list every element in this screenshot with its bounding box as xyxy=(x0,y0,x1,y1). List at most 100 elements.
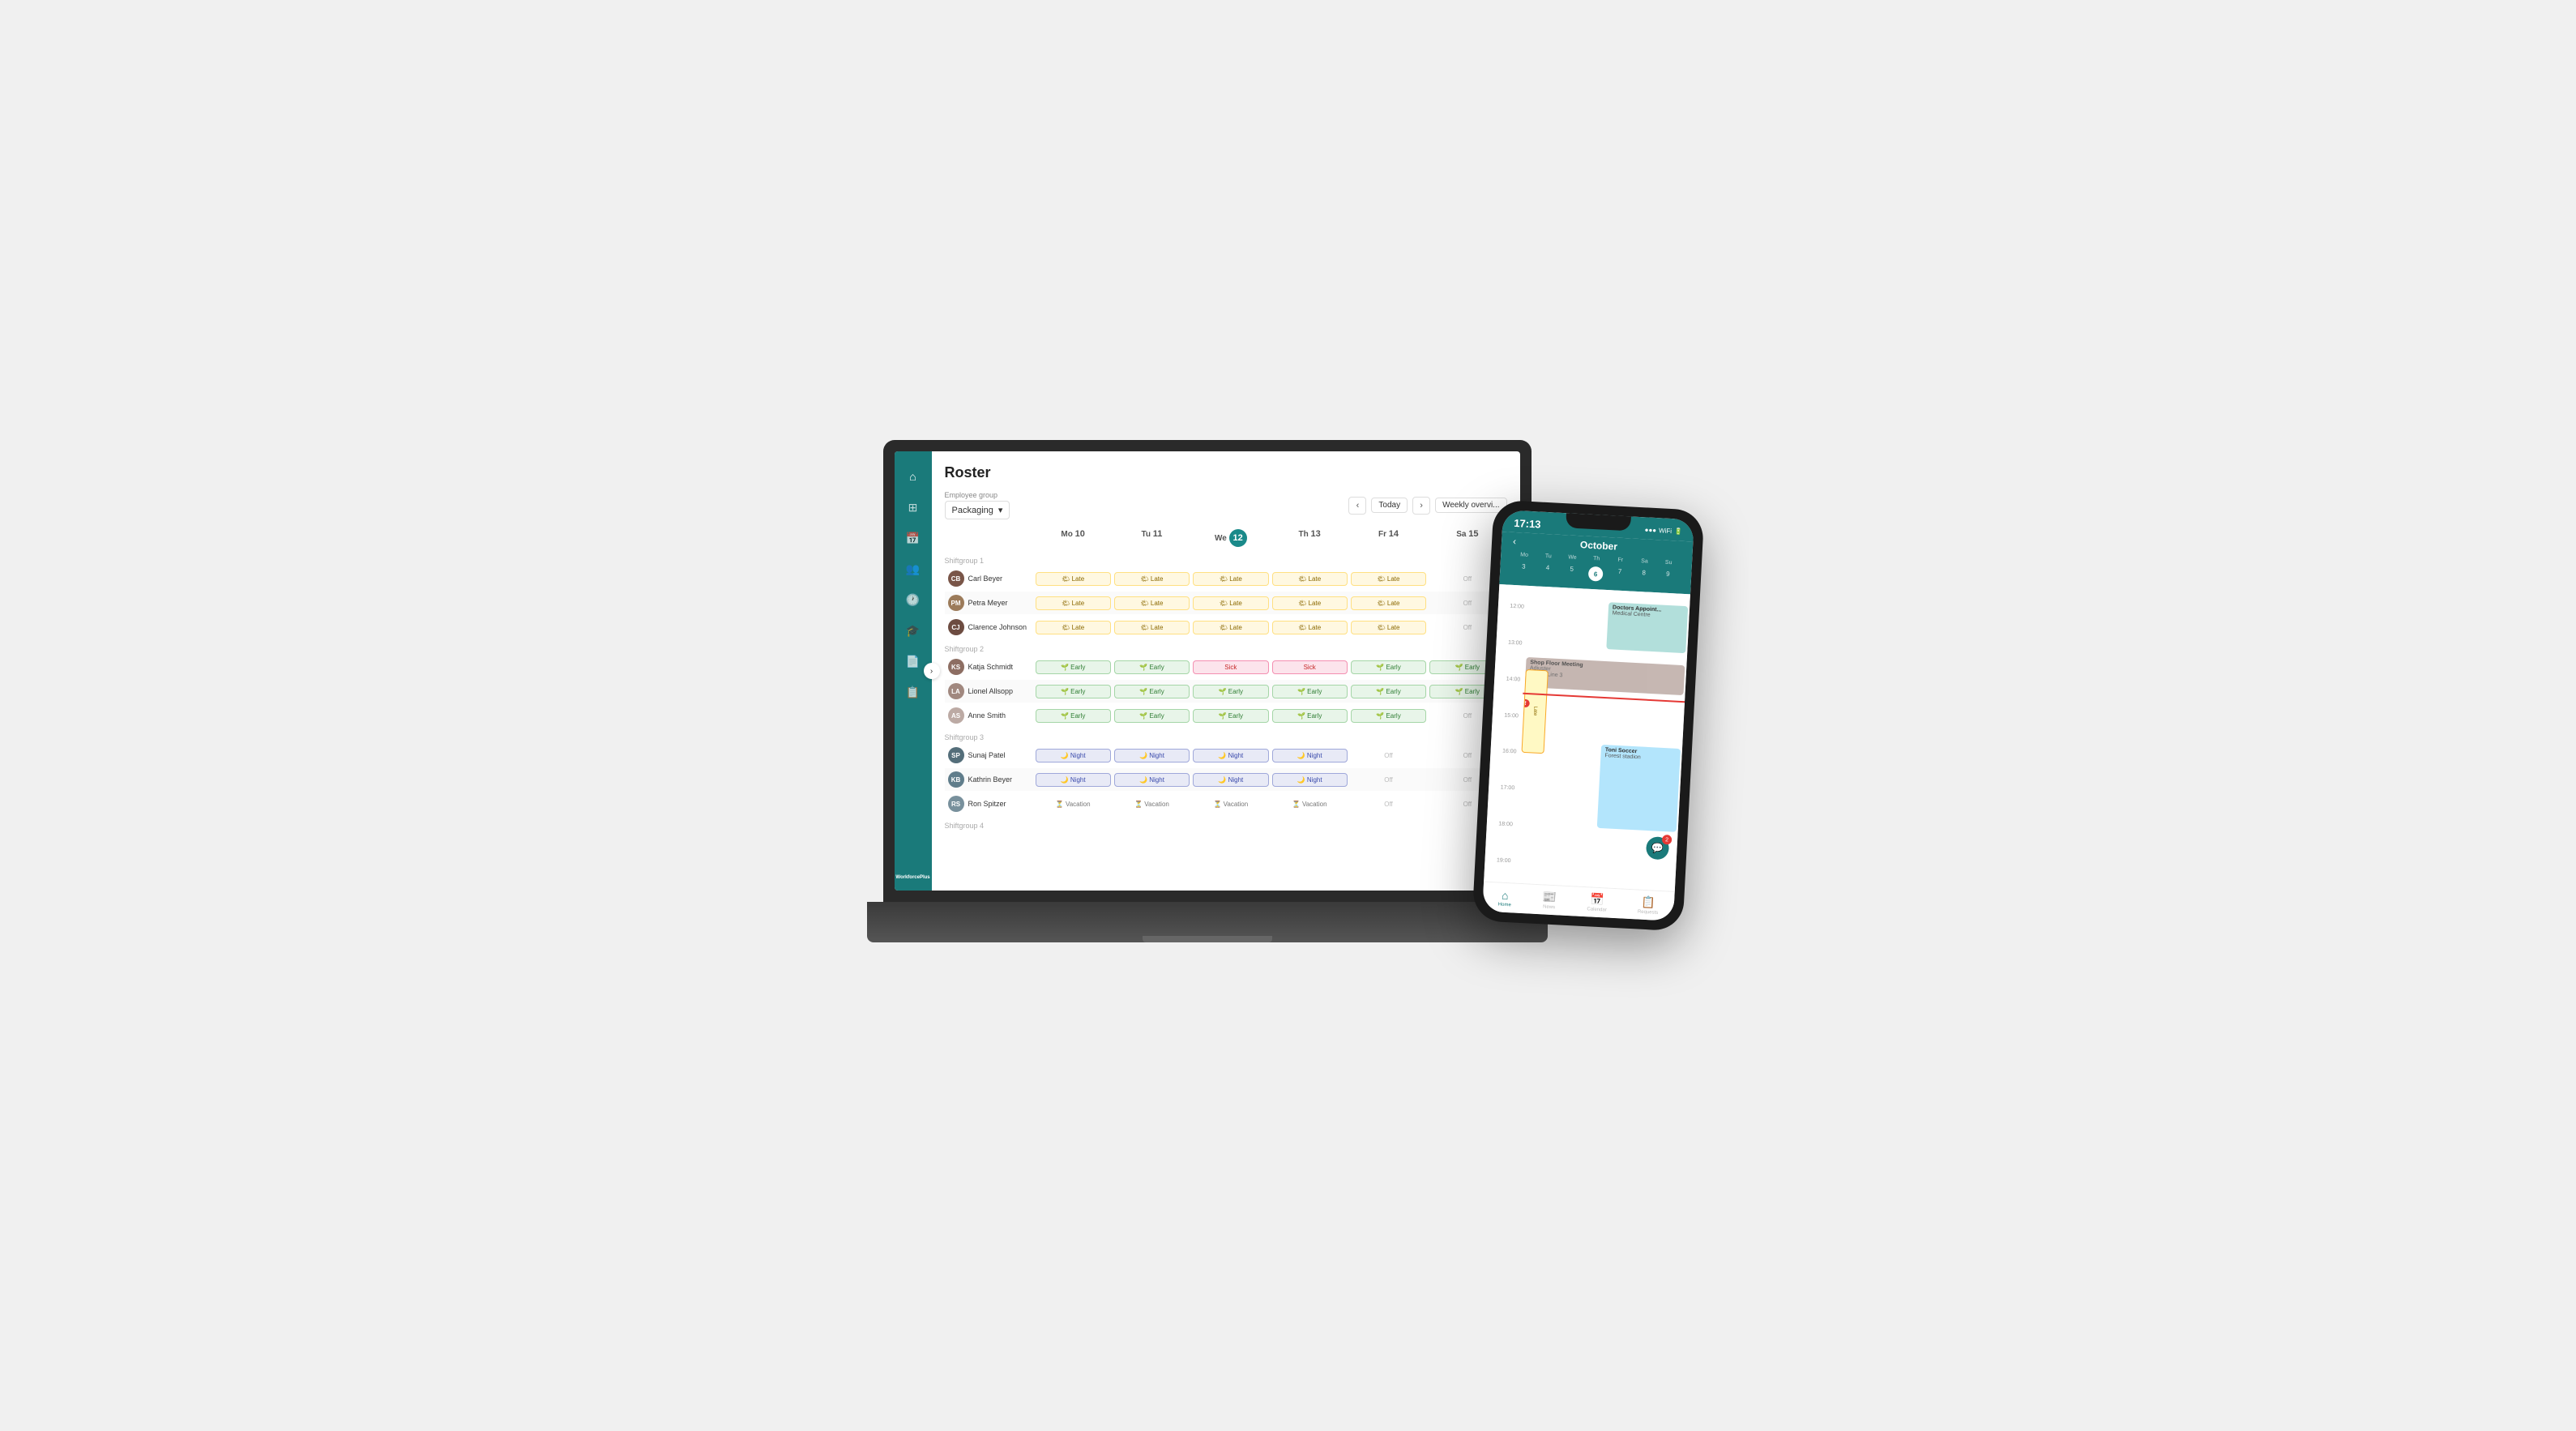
page-title: Roster xyxy=(945,464,1507,481)
shift-cell[interactable]: 🌱 Early xyxy=(1271,708,1349,724)
shift-cell[interactable]: 🌤 Late xyxy=(1034,596,1113,611)
shift-cell[interactable]: 🌤 Late xyxy=(1271,571,1349,587)
cal-date-9[interactable]: 9 xyxy=(1655,568,1680,587)
shift-cell[interactable]: ⏳ Vacation xyxy=(1271,799,1349,809)
cal-date-6[interactable]: 6 xyxy=(1583,564,1608,583)
employee-group-dropdown[interactable]: Packaging ▾ xyxy=(945,501,1010,519)
sidebar-icon-calendar[interactable]: 📅 xyxy=(902,527,925,549)
shift-cell[interactable]: 🌙 Night xyxy=(1191,748,1270,763)
event-doctors-appointment[interactable]: Doctors Appoint... Medical Centre xyxy=(1606,602,1688,654)
shift-cell[interactable]: 🌙 Night xyxy=(1271,748,1349,763)
shift-cell[interactable]: 🌤 Late xyxy=(1191,620,1270,635)
shift-cell[interactable]: Sick xyxy=(1271,660,1349,675)
shift-cell[interactable]: 🌱 Early xyxy=(1113,684,1191,699)
shiftgroup-1-label: Shiftgroup 1 xyxy=(945,552,1507,567)
shift-cell[interactable]: 🌤 Late xyxy=(1034,620,1113,635)
employee-cell: RS Ron Spitzer xyxy=(945,794,1034,814)
shift-cell[interactable]: 🌤 Late xyxy=(1113,571,1191,587)
shift-cell[interactable]: 🌙 Night xyxy=(1271,772,1349,788)
shift-cell[interactable]: 🌙 Night xyxy=(1034,748,1113,763)
event-toni-soccer[interactable]: Toni Soccer Forest stadion xyxy=(1596,745,1680,832)
cal-date-3[interactable]: 3 xyxy=(1510,561,1536,580)
cal-day-th: Th xyxy=(1584,555,1608,562)
employee-group-select[interactable]: Employee group Packaging ▾ xyxy=(945,491,1010,519)
next-week-button[interactable]: › xyxy=(1412,497,1430,515)
shift-cell[interactable]: 🌱 Early xyxy=(1113,708,1191,724)
shift-cell[interactable]: 🌱 Early xyxy=(1349,684,1428,699)
sidebar-icon-users[interactable]: 👥 xyxy=(902,557,925,580)
time-label-15: 15:00 xyxy=(1492,711,1521,719)
cal-date-8[interactable]: 8 xyxy=(1631,567,1656,587)
employee-name: Clarence Johnson xyxy=(968,623,1027,631)
table-row: SP Sunaj Patel 🌙 Night 🌙 Night 🌙 Night 🌙… xyxy=(945,744,1507,767)
employee-name: Kathrin Beyer xyxy=(968,775,1013,784)
cal-date-4[interactable]: 4 xyxy=(1535,562,1560,581)
shift-cell[interactable]: ⏳ Vacation xyxy=(1113,799,1191,809)
shift-cell[interactable]: 🌤 Late xyxy=(1034,571,1113,587)
shift-cell[interactable]: 🌱 Early xyxy=(1191,684,1270,699)
phone-nav-news[interactable]: 📰 News xyxy=(1541,890,1557,910)
sidebar-icon-home[interactable]: ⌂ xyxy=(902,465,925,488)
employee-cell: LA Lionel Allsopp xyxy=(945,681,1034,701)
home-icon: ⌂ xyxy=(1501,888,1508,901)
phone-nav-requests[interactable]: 📋 Requests xyxy=(1637,895,1659,916)
shift-cell[interactable]: ⏳ Vacation xyxy=(1034,799,1113,809)
event-shop-floor-meeting[interactable]: Shop Floor Meeting Adjuster Hall 1, Line… xyxy=(1524,657,1685,695)
shift-cell[interactable]: ⏳ Vacation xyxy=(1191,799,1270,809)
shift-cell[interactable]: 🌱 Early xyxy=(1191,708,1270,724)
shift-cell[interactable]: 🌤 Late xyxy=(1113,620,1191,635)
view-selector[interactable]: Weekly overvi... xyxy=(1435,498,1506,513)
shift-cell[interactable]: 🌱 Early xyxy=(1113,660,1191,675)
shift-cell[interactable]: 🌤 Late xyxy=(1271,596,1349,611)
employee-group-label: Employee group xyxy=(945,491,1010,499)
sidebar-collapse-button[interactable]: › xyxy=(924,663,940,679)
employee-cell: SP Sunaj Patel xyxy=(945,745,1034,765)
employee-cell: PM Petra Meyer xyxy=(945,593,1034,613)
sidebar-icon-grid[interactable]: ⊞ xyxy=(902,496,925,519)
shift-cell[interactable]: 🌤 Late xyxy=(1271,620,1349,635)
employee-cell: CJ Clarence Johnson xyxy=(945,617,1034,637)
sidebar-icon-award[interactable]: 🎓 xyxy=(902,619,925,642)
sidebar-icon-clipboard[interactable]: 📋 xyxy=(902,681,925,703)
shiftgroup-4-label: Shiftgroup 4 xyxy=(945,817,1507,832)
table-row: LA Lionel Allsopp 🌱 Early 🌱 Early 🌱 Earl… xyxy=(945,680,1507,703)
employee-group-value: Packaging xyxy=(952,506,993,515)
shift-cell[interactable]: 🌙 Night xyxy=(1034,772,1113,788)
prev-week-button[interactable]: ‹ xyxy=(1348,497,1366,515)
shift-cell[interactable]: 🌱 Early xyxy=(1034,684,1113,699)
cal-date-7[interactable]: 7 xyxy=(1607,566,1632,585)
employee-cell: KS Katja Schmidt xyxy=(945,657,1034,677)
today-button[interactable]: Today xyxy=(1371,498,1408,513)
shift-cell[interactable]: 🌙 Night xyxy=(1113,772,1191,788)
phone-nav-home[interactable]: ⌂ Home xyxy=(1497,888,1511,908)
shift-cell[interactable]: 🌤 Late xyxy=(1113,596,1191,611)
shift-cell[interactable]: 🌤 Late xyxy=(1349,620,1428,635)
shift-cell[interactable]: Sick xyxy=(1191,660,1270,675)
shift-cell[interactable]: 🌱 Early xyxy=(1349,708,1428,724)
calendar-icon: 📅 xyxy=(1590,892,1604,907)
sidebar-icon-time[interactable]: 🕐 xyxy=(902,588,925,611)
day-col-tu: Tu 11 xyxy=(1113,529,1191,547)
shift-cell[interactable]: 🌱 Early xyxy=(1034,708,1113,724)
shift-cell[interactable]: 🌙 Night xyxy=(1113,748,1191,763)
table-row: CB Carl Beyer 🌤 Late 🌤 Late 🌤 Late 🌤 Lat… xyxy=(945,567,1507,590)
shift-cell[interactable]: 🌤 Late xyxy=(1349,571,1428,587)
time-label-14: 14:00 xyxy=(1494,676,1523,683)
sidebar-icon-file[interactable]: 📄 xyxy=(902,650,925,673)
cal-date-5[interactable]: 5 xyxy=(1559,563,1584,583)
prev-month-icon[interactable]: ‹ xyxy=(1512,536,1516,547)
phone-screen: 17:13 ●●●WiFi🔋 ‹ October Mo Tu We Th Fr xyxy=(1482,510,1694,921)
phone-nav-calendar[interactable]: 📅 Calendar xyxy=(1587,892,1608,912)
shift-cell[interactable]: 🌤 Late xyxy=(1349,596,1428,611)
shift-cell[interactable]: 🌙 Night xyxy=(1191,772,1270,788)
shift-cell[interactable]: 🌤 Late xyxy=(1191,596,1270,611)
shift-cell[interactable]: 🌱 Early xyxy=(1034,660,1113,675)
shift-cell[interactable]: 🌱 Early xyxy=(1271,684,1349,699)
phone-calendar-header: ‹ October Mo Tu We Th Fr Sa Su 3 4 5 xyxy=(1499,532,1693,594)
event-late-badge: Late ! xyxy=(1521,669,1548,754)
shift-cell[interactable]: 🌤 Late xyxy=(1191,571,1270,587)
employee-name: Katja Schmidt xyxy=(968,663,1014,671)
phone-status-icons: ●●●WiFi🔋 xyxy=(1644,526,1682,535)
shift-cell[interactable]: 🌱 Early xyxy=(1349,660,1428,675)
laptop-base xyxy=(867,902,1548,942)
